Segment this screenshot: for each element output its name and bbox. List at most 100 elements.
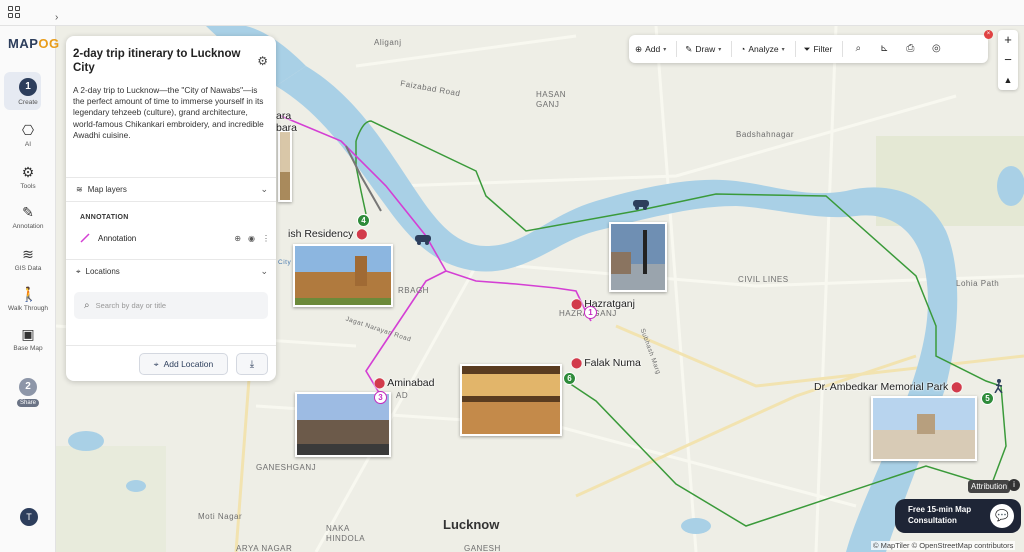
draw-menu-button[interactable]: ✎ Draw ▾ xyxy=(685,44,721,55)
consultation-text: Free 15-min Map Consultation xyxy=(908,505,972,525)
map-label-ganeshganj: GANESHGANJ xyxy=(256,463,317,472)
car-icon xyxy=(633,200,649,210)
walking-icon xyxy=(994,379,1003,393)
rail-item-ai[interactable]: ⎔ AI xyxy=(0,122,56,148)
locations-search-input[interactable] xyxy=(95,301,256,310)
divider xyxy=(66,177,276,178)
zoom-in-button[interactable]: + xyxy=(998,30,1018,50)
filter-button[interactable]: ⏷ Filter xyxy=(804,44,833,55)
map-label-aliganj: Aliganj xyxy=(374,38,402,47)
analyze-menu-button[interactable]: ◔ Analyze ▾ xyxy=(740,44,784,54)
photo-hazratganj[interactable] xyxy=(609,222,667,292)
map-label-moti-nagar: Moti Nagar xyxy=(198,512,243,521)
base-map-icon: ▣ xyxy=(21,326,35,342)
chat-bubble-icon[interactable]: 💬 xyxy=(990,504,1014,528)
location-pin-icon: ⬤ xyxy=(571,299,583,310)
step-1-badge: 1 xyxy=(19,78,37,96)
walk-through-icon: 🚶 xyxy=(20,286,38,302)
route-marker-1[interactable]: 1 xyxy=(584,306,597,319)
route-marker-3[interactable]: 3 xyxy=(374,391,387,404)
attribution-button[interactable]: Attribution xyxy=(968,480,1011,493)
photo-bara-imambara[interactable] xyxy=(278,130,292,202)
rail-item-tools[interactable]: ⚙ Tools xyxy=(0,164,56,190)
poi-residency[interactable]: ish Residency ⬤ xyxy=(288,228,370,240)
rail-item-base-map[interactable]: ▣ Base Map xyxy=(0,326,56,352)
annotation-icon: ✎ xyxy=(22,204,34,220)
locations-search[interactable]: ⌕ xyxy=(74,292,268,319)
map-label-civil-lines: CIVIL LINES xyxy=(738,275,789,284)
zoom-out-button[interactable]: − xyxy=(998,50,1018,70)
photo-falak-numa[interactable] xyxy=(460,364,562,436)
locations-header[interactable]: ⌖ Locations ⌄ xyxy=(76,266,268,277)
zoom-controls: + − ▲ xyxy=(998,30,1018,90)
info-icon[interactable]: i xyxy=(1008,479,1020,491)
route-marker-5[interactable]: 5 xyxy=(981,392,994,405)
visibility-eye-icon[interactable]: ◉ xyxy=(248,234,255,243)
chevron-down-icon: ⌄ xyxy=(260,266,268,276)
poi-falak-numa[interactable]: ⬤ Falak Numa xyxy=(571,357,641,369)
map-label-lucknow: Lucknow xyxy=(443,517,500,532)
annotation-layer-row[interactable]: Annotation ⊕ ◉ ⋮ xyxy=(80,231,270,245)
rail-item-annotation[interactable]: ✎ Annotation xyxy=(0,204,56,230)
download-button[interactable]: ⤓ xyxy=(236,353,268,375)
car-icon xyxy=(415,235,431,245)
map-label-naka-hindola: NAKA HINDOLA xyxy=(326,524,366,543)
route-marker-4[interactable]: 4 xyxy=(357,214,370,227)
rail-item-share[interactable]: 2 Share xyxy=(0,378,56,407)
photo-residency[interactable] xyxy=(293,244,393,307)
locate-crosshair-icon[interactable]: ◎ xyxy=(929,42,943,56)
ai-icon: ⎔ xyxy=(21,122,35,138)
map-attribution-text: © MapTiler © OpenStreetMap contributors xyxy=(871,541,1016,550)
map-label-arya-nagar: ARYA NAGAR xyxy=(236,544,293,552)
user-avatar[interactable]: T xyxy=(20,508,38,526)
poi-ambedkar-park[interactable]: Dr. Ambedkar Memorial Park ⬤ xyxy=(814,381,964,393)
map-label-lohia-path: Lohia Path xyxy=(956,279,1000,288)
pencil-icon: ✎ xyxy=(685,43,693,54)
add-menu-button[interactable]: ⊕ Add ▾ xyxy=(635,44,666,55)
add-location-button[interactable]: ⌖ Add Location xyxy=(139,353,228,375)
app-logo[interactable]: MAPOG xyxy=(8,36,60,51)
poi-hazratganj[interactable]: ⬤ Hazratganj xyxy=(571,298,635,310)
location-pin-icon: ⬤ xyxy=(374,378,386,389)
map-label-ad: AD xyxy=(396,391,409,400)
location-pin-icon: ⬤ xyxy=(571,358,583,369)
settings-gear-icon[interactable]: ⚙ xyxy=(257,54,268,68)
map-label-ganesh: GANESH xyxy=(464,544,501,552)
divider xyxy=(66,259,276,260)
plus-circle-icon: ⊕ xyxy=(635,43,643,54)
collapse-panel-chevron-icon[interactable]: › xyxy=(55,12,65,26)
measure-icon[interactable]: ⊾ xyxy=(877,42,891,56)
close-icon[interactable]: × xyxy=(984,30,993,39)
map-toolbar: ⊕ Add ▾ ✎ Draw ▾ ◔ Analyze ▾ ⏷ Filter ⌕ ⊾ ⎙ ◎ xyxy=(629,35,988,63)
rail-item-walk-through[interactable]: 🚶 Walk Through xyxy=(0,286,56,312)
poi-aminabad[interactable]: ⬤ Aminabad xyxy=(374,377,434,389)
search-icon: ⌕ xyxy=(84,300,90,311)
top-bar xyxy=(0,0,1024,26)
map-layers-header[interactable]: ≋ Map layers ⌄ xyxy=(76,184,268,195)
poi-bara-imambara-2[interactable]: bara xyxy=(276,122,297,134)
chevron-down-icon: ⌄ xyxy=(260,184,268,194)
consultation-banner[interactable]: Free 15-min Map Consultation 💬 xyxy=(895,499,1021,533)
location-pin-icon: ⬤ xyxy=(356,229,368,240)
left-sidebar: MAPOG 1 Create ⎔ AI ⚙ Tools ✎ Annotation ≋ G… xyxy=(0,26,59,552)
itinerary-description: A 2-day trip to Lucknow—the "City of Naw… xyxy=(73,85,264,140)
zoom-to-icon[interactable]: ⊕ xyxy=(234,234,241,243)
poi-bara-imambara-1[interactable]: ara xyxy=(276,110,291,122)
line-annotation-icon xyxy=(80,233,90,243)
route-marker-6[interactable]: 6 xyxy=(563,372,576,385)
search-icon[interactable]: ⌕ xyxy=(851,42,865,56)
apps-grid-icon[interactable] xyxy=(8,6,20,18)
location-pin-icon: ⬤ xyxy=(951,382,963,393)
more-options-icon[interactable]: ⋮ xyxy=(262,234,270,243)
rail-item-create[interactable]: 1 Create xyxy=(0,78,56,106)
compass-icon[interactable]: ▲ xyxy=(998,70,1018,90)
panel-footer: ⌖ Add Location ⤓ xyxy=(66,345,276,381)
print-icon[interactable]: ⎙ xyxy=(903,42,917,56)
layers-icon: ≋ xyxy=(76,185,83,194)
map-label-charbagh: RBAGH xyxy=(398,286,429,295)
step-2-badge: 2 xyxy=(19,378,37,396)
photo-ambedkar-park[interactable] xyxy=(871,396,977,461)
location-pin-icon: ⌖ xyxy=(153,358,159,369)
location-pin-outline-icon: ⌖ xyxy=(76,266,81,276)
rail-item-gis-data[interactable]: ≋ GIS Data xyxy=(0,246,56,272)
